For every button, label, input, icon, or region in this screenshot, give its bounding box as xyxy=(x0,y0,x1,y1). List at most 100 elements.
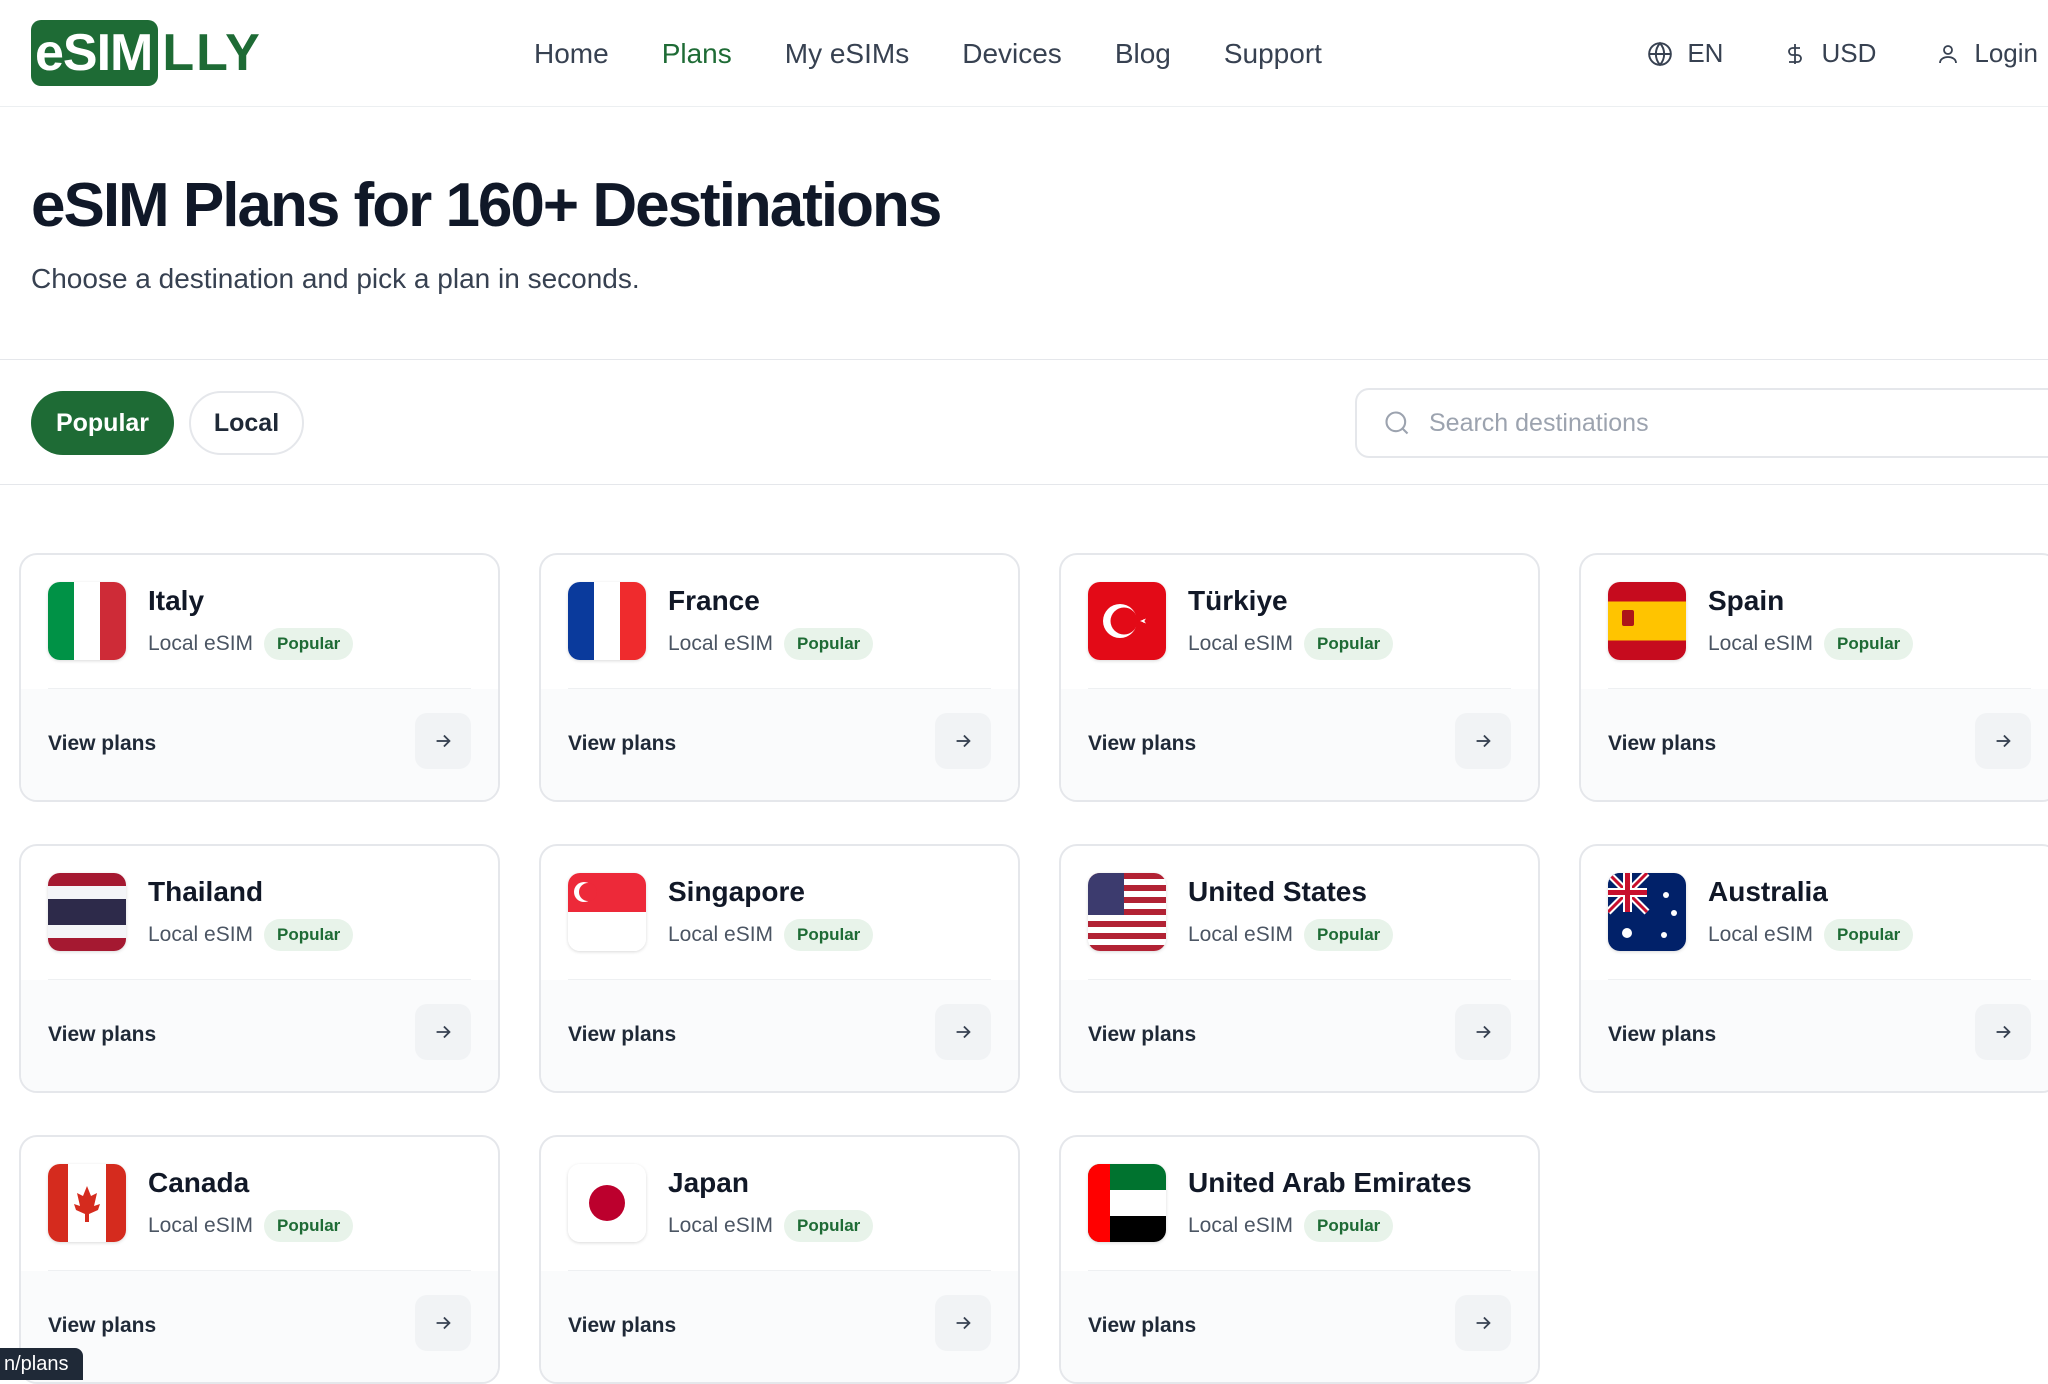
destination-name: France xyxy=(668,585,760,616)
nav-plans[interactable]: Plans xyxy=(662,38,732,70)
view-plans-link[interactable]: View plans xyxy=(1608,1023,1716,1047)
search-box[interactable] xyxy=(1355,388,2048,458)
flag-it-icon xyxy=(48,582,126,660)
view-plans-button[interactable] xyxy=(1455,1004,1511,1060)
login-button[interactable]: Login xyxy=(1936,38,2038,69)
destination-card[interactable]: Australia Local eSIM Popular View plans xyxy=(1579,844,2048,1093)
card-footer[interactable]: View plans xyxy=(1061,980,1538,1091)
filter-bar: Popular Local xyxy=(0,359,2048,485)
nav-devices[interactable]: Devices xyxy=(962,38,1062,70)
destination-card[interactable]: Japan Local eSIM Popular View plans xyxy=(539,1135,1020,1384)
view-plans-link[interactable]: View plans xyxy=(1088,1023,1196,1047)
destination-card[interactable]: United Arab Emirates Local eSIM Popular Vie… xyxy=(1059,1135,1540,1384)
view-plans-button[interactable] xyxy=(1975,713,2031,769)
flag-jp-icon xyxy=(568,1164,646,1242)
view-plans-button[interactable] xyxy=(935,713,991,769)
popular-badge: Popular xyxy=(1304,628,1394,660)
flag-es-icon xyxy=(1608,582,1686,660)
popular-badge: Popular xyxy=(784,1210,874,1242)
view-plans-link[interactable]: View plans xyxy=(48,732,156,756)
esim-type: Local eSIM xyxy=(1188,923,1294,946)
card-footer[interactable]: View plans xyxy=(1061,689,1538,800)
esim-type: Local eSIM xyxy=(1188,632,1294,655)
view-plans-link[interactable]: View plans xyxy=(48,1314,156,1338)
view-plans-button[interactable] xyxy=(415,1295,471,1351)
card-header: United Arab Emirates Local eSIM Popular xyxy=(1061,1137,1538,1270)
nav-blog[interactable]: Blog xyxy=(1115,38,1171,70)
popular-badge: Popular xyxy=(784,919,874,951)
view-plans-button[interactable] xyxy=(1455,1295,1511,1351)
view-plans-button[interactable] xyxy=(935,1295,991,1351)
dollar-icon xyxy=(1788,43,1803,64)
card-header: Canada Local eSIM Popular xyxy=(21,1137,498,1270)
card-footer[interactable]: View plans xyxy=(1581,689,2048,800)
view-plans-link[interactable]: View plans xyxy=(1088,1314,1196,1338)
view-plans-link[interactable]: View plans xyxy=(1608,732,1716,756)
destination-card[interactable]: United States Local eSIM Popular View plans xyxy=(1059,844,1540,1093)
card-header: Spain Local eSIM Popular xyxy=(1581,555,2048,688)
nav-home[interactable]: Home xyxy=(534,38,609,70)
destination-card[interactable]: Spain Local eSIM Popular View plans xyxy=(1579,553,2048,802)
view-plans-button[interactable] xyxy=(935,1004,991,1060)
view-plans-link[interactable]: View plans xyxy=(568,1023,676,1047)
destination-name: Australia xyxy=(1708,876,1828,907)
page-subtitle: Choose a destination and pick a plan in … xyxy=(31,263,640,294)
destination-name: Canada xyxy=(148,1167,250,1198)
view-plans-button[interactable] xyxy=(1455,713,1511,769)
filter-popular[interactable]: Popular xyxy=(31,391,174,455)
card-header: Australia Local eSIM Popular xyxy=(1581,846,2048,979)
view-plans-button[interactable] xyxy=(1975,1004,2031,1060)
destination-card[interactable]: Singapore Local eSIM Popular View plans xyxy=(539,844,1020,1093)
card-footer[interactable]: View plans xyxy=(1061,1271,1538,1382)
esim-type: Local eSIM xyxy=(1708,923,1814,946)
destination-card[interactable]: France Local eSIM Popular View plans xyxy=(539,553,1020,802)
card-header: United States Local eSIM Popular xyxy=(1061,846,1538,979)
destination-card[interactable]: Canada Local eSIM Popular View plans xyxy=(19,1135,500,1384)
brand-logo[interactable]: eSIM LLY xyxy=(31,20,262,86)
view-plans-link[interactable]: View plans xyxy=(568,1314,676,1338)
currency-selector[interactable]: USD xyxy=(1783,38,1876,69)
card-header: France Local eSIM Popular xyxy=(541,555,1018,688)
card-footer[interactable]: View plans xyxy=(21,980,498,1091)
nav-my-esims[interactable]: My eSIMs xyxy=(785,38,909,70)
arrow-right-icon xyxy=(1476,1025,1491,1039)
view-plans-button[interactable] xyxy=(415,1004,471,1060)
site-header: eSIM LLY Home Plans My eSIMs Devices Blo… xyxy=(0,0,2048,107)
flag-ca-icon xyxy=(48,1164,126,1242)
nav-support[interactable]: Support xyxy=(1224,38,1322,70)
popular-badge: Popular xyxy=(1824,919,1914,951)
card-footer[interactable]: View plans xyxy=(21,1271,498,1382)
card-footer[interactable]: View plans xyxy=(21,689,498,800)
arrow-right-icon xyxy=(1476,734,1491,748)
arrow-right-icon xyxy=(436,734,451,748)
popular-badge: Popular xyxy=(264,1210,354,1242)
esim-type: Local eSIM xyxy=(148,923,254,946)
filter-local[interactable]: Local xyxy=(189,391,304,455)
popular-badge: Popular xyxy=(1304,919,1394,951)
view-plans-link[interactable]: View plans xyxy=(568,732,676,756)
search-icon xyxy=(1385,411,1409,435)
card-footer[interactable]: View plans xyxy=(541,1271,1018,1382)
destination-card[interactable]: Türkiye Local eSIM Popular View plans xyxy=(1059,553,1540,802)
search-input[interactable] xyxy=(1429,408,1989,438)
hero: eSIM Plans for 160+ Destinations Choose … xyxy=(31,170,942,295)
flag-us-icon xyxy=(1088,873,1166,951)
card-footer[interactable]: View plans xyxy=(1581,980,2048,1091)
esim-type: Local eSIM xyxy=(1708,632,1814,655)
view-plans-link[interactable]: View plans xyxy=(48,1023,156,1047)
card-footer[interactable]: View plans xyxy=(541,689,1018,800)
destination-card[interactable]: Thailand Local eSIM Popular View plans xyxy=(19,844,500,1093)
card-header: Japan Local eSIM Popular xyxy=(541,1137,1018,1270)
view-plans-button[interactable] xyxy=(415,713,471,769)
arrow-right-icon xyxy=(436,1316,451,1330)
language-selector[interactable]: EN xyxy=(1647,38,1723,69)
card-header: Singapore Local eSIM Popular xyxy=(541,846,1018,979)
login-label: Login xyxy=(1974,38,2038,68)
popular-badge: Popular xyxy=(264,919,354,951)
page-title: eSIM Plans for 160+ Destinations xyxy=(31,171,942,240)
destination-name: Thailand xyxy=(148,876,264,907)
view-plans-link[interactable]: View plans xyxy=(1088,732,1196,756)
destination-card[interactable]: Italy Local eSIM Popular View plans xyxy=(19,553,500,802)
destination-name: United Arab Emirates xyxy=(1188,1167,1472,1198)
card-footer[interactable]: View plans xyxy=(541,980,1018,1091)
